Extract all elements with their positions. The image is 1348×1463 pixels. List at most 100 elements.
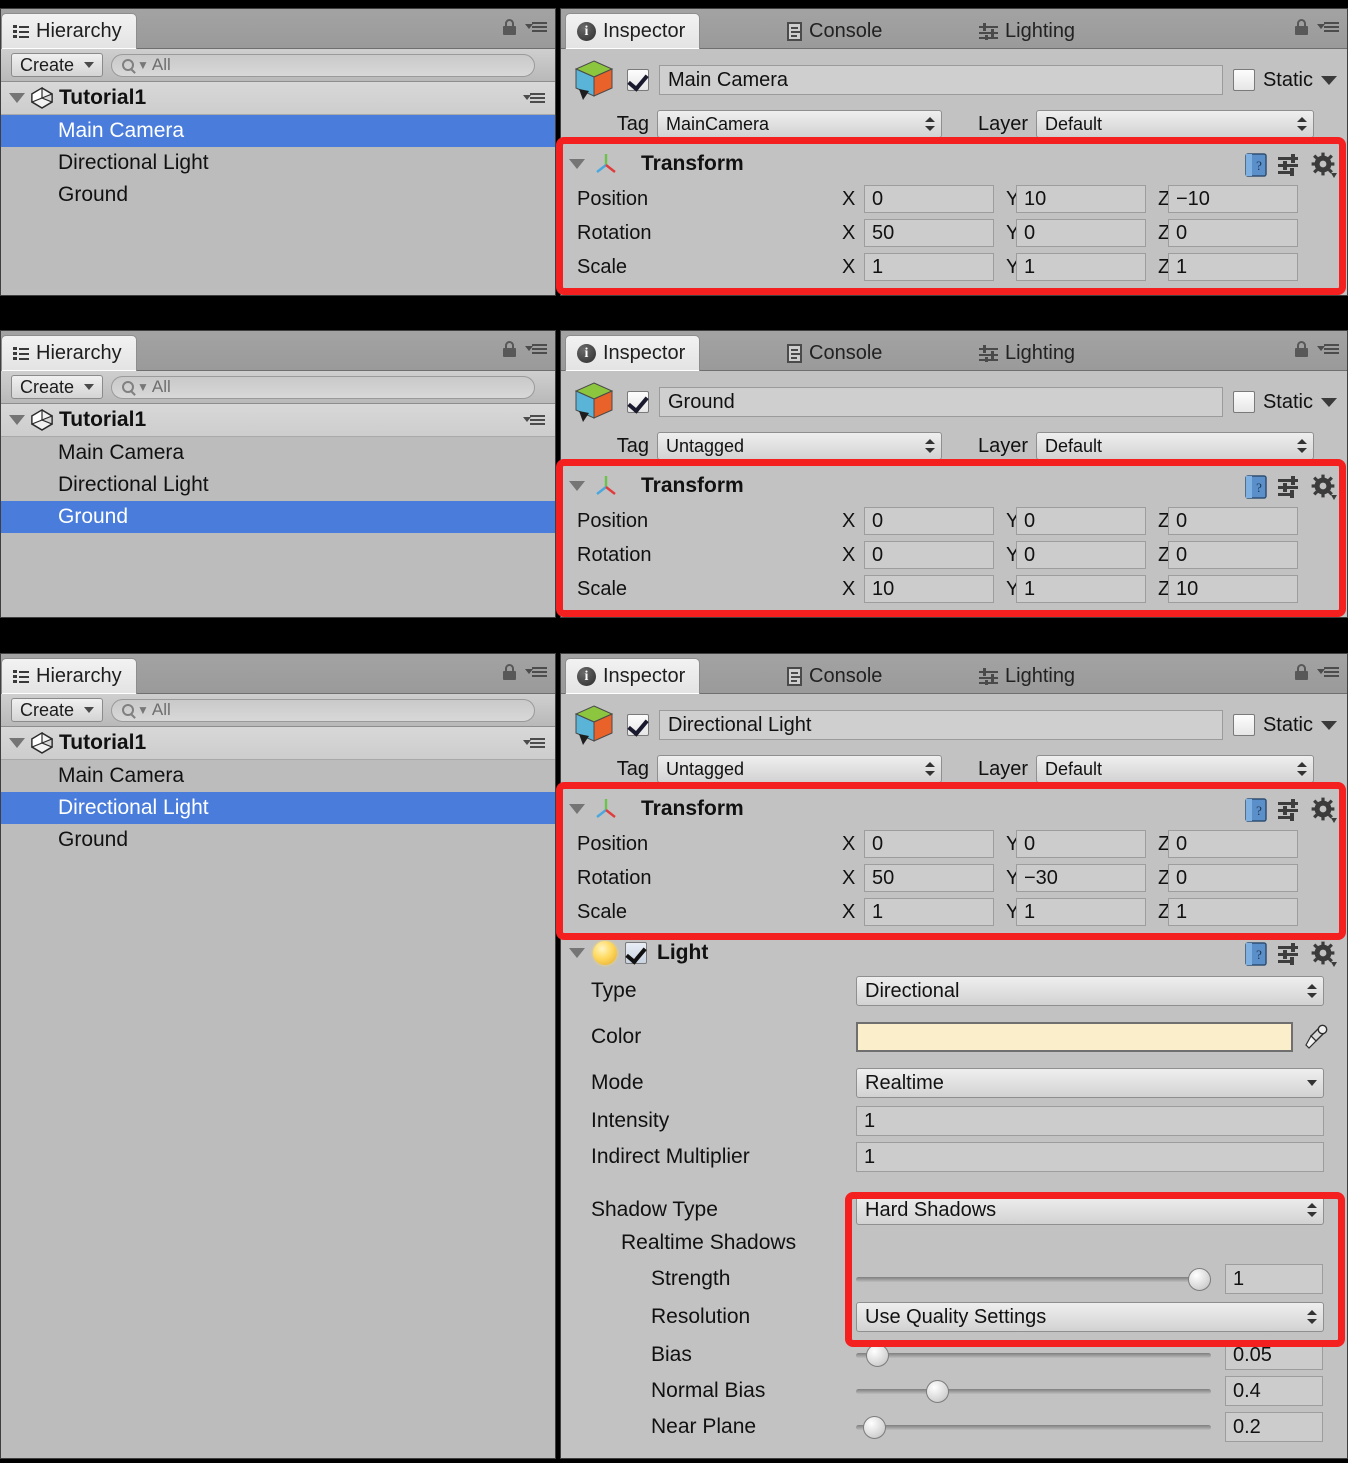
lock-icon[interactable] bbox=[503, 19, 516, 35]
shadow-near-plane-field[interactable]: 0.2 bbox=[1225, 1412, 1323, 1442]
scene-menu-icon[interactable] bbox=[523, 91, 545, 105]
light-type-dropdown[interactable]: Directional bbox=[856, 976, 1324, 1006]
panel-menu-icon[interactable] bbox=[525, 20, 547, 34]
hierarchy-item-directional-light[interactable]: Directional Light bbox=[1, 147, 555, 179]
tag-dropdown[interactable]: Untagged bbox=[657, 432, 942, 460]
static-control[interactable]: Static bbox=[1232, 391, 1337, 414]
scene-root-row-3[interactable]: Tutorial1 bbox=[1, 727, 555, 760]
tab-inspector[interactable]: i Inspector bbox=[565, 335, 701, 371]
transform-component-header-1[interactable]: Transform ? bbox=[561, 146, 1347, 182]
eyedropper-icon[interactable] bbox=[1303, 1023, 1329, 1051]
transform-component-header-3[interactable]: Transform ? bbox=[561, 791, 1347, 827]
help-book-icon[interactable]: ? bbox=[1244, 941, 1269, 967]
shadow-strength-field[interactable]: 1 bbox=[1225, 1264, 1323, 1294]
chevron-down-icon[interactable] bbox=[9, 93, 25, 103]
scale-x-field[interactable]: 1 bbox=[864, 253, 994, 281]
scene-root-row-2[interactable]: Tutorial1 bbox=[1, 404, 555, 437]
position-x-field[interactable]: 0 bbox=[864, 185, 994, 213]
shadow-bias-slider[interactable] bbox=[856, 1342, 1211, 1368]
rotation-x-field[interactable]: 0 bbox=[864, 541, 994, 569]
gameobject-name-field[interactable]: Ground bbox=[659, 387, 1223, 417]
tag-dropdown[interactable]: Untagged bbox=[657, 755, 942, 783]
rotation-z-field[interactable]: 0 bbox=[1168, 219, 1298, 247]
lock-icon[interactable] bbox=[1295, 341, 1308, 357]
tab-hierarchy[interactable]: Hierarchy bbox=[1, 335, 137, 371]
shadow-normal-bias-field[interactable]: 0.4 bbox=[1225, 1376, 1323, 1406]
tab-hierarchy[interactable]: Hierarchy bbox=[1, 13, 137, 49]
gear-icon[interactable] bbox=[1311, 797, 1337, 823]
help-book-icon[interactable]: ? bbox=[1244, 152, 1269, 178]
lock-icon[interactable] bbox=[503, 664, 516, 680]
chevron-down-icon[interactable] bbox=[9, 738, 25, 748]
lock-icon[interactable] bbox=[1295, 19, 1308, 35]
layer-dropdown[interactable]: Default bbox=[1036, 755, 1314, 783]
slider-knob[interactable] bbox=[925, 1380, 949, 1403]
scene-menu-icon[interactable] bbox=[523, 413, 545, 427]
chevron-down-icon[interactable] bbox=[1321, 397, 1337, 407]
layer-dropdown[interactable]: Default bbox=[1036, 432, 1314, 460]
scale-z-field[interactable]: 1 bbox=[1168, 898, 1298, 926]
chevron-down-icon[interactable] bbox=[569, 948, 585, 958]
light-color-swatch[interactable] bbox=[856, 1022, 1293, 1052]
light-component-header[interactable]: Light ? bbox=[561, 935, 1347, 971]
gameobject-enabled-checkbox[interactable] bbox=[627, 69, 649, 91]
transform-component-header-2[interactable]: Transform ? bbox=[561, 468, 1347, 504]
tab-hierarchy[interactable]: Hierarchy bbox=[1, 658, 137, 694]
lock-icon[interactable] bbox=[1295, 664, 1308, 680]
hierarchy-item-ground[interactable]: Ground bbox=[1, 179, 555, 211]
light-mode-dropdown[interactable]: Realtime bbox=[856, 1068, 1324, 1098]
chevron-down-icon[interactable] bbox=[1321, 75, 1337, 85]
hierarchy-item-ground[interactable]: Ground bbox=[1, 501, 555, 533]
tab-lighting[interactable]: Lighting bbox=[968, 335, 1089, 371]
preset-icon[interactable] bbox=[1278, 799, 1302, 821]
hierarchy-item-ground[interactable]: Ground bbox=[1, 824, 555, 856]
shadow-resolution-dropdown[interactable]: Use Quality Settings bbox=[856, 1302, 1324, 1332]
gameobject-enabled-checkbox[interactable] bbox=[627, 391, 649, 413]
scale-x-field[interactable]: 10 bbox=[864, 575, 994, 603]
panel-menu-icon[interactable] bbox=[1317, 20, 1339, 34]
rotation-y-field[interactable]: −30 bbox=[1016, 864, 1146, 892]
preset-icon[interactable] bbox=[1278, 943, 1302, 965]
slider-knob[interactable] bbox=[1188, 1268, 1211, 1291]
shadow-bias-field[interactable]: 0.05 bbox=[1225, 1340, 1323, 1370]
shadow-near-plane-slider[interactable] bbox=[856, 1414, 1211, 1440]
position-y-field[interactable]: 10 bbox=[1016, 185, 1146, 213]
static-control[interactable]: Static bbox=[1232, 714, 1337, 737]
layer-dropdown[interactable]: Default bbox=[1036, 110, 1314, 138]
gameobject-enabled-checkbox[interactable] bbox=[627, 714, 649, 736]
hierarchy-item-directional-light[interactable]: Directional Light bbox=[1, 469, 555, 501]
position-y-field[interactable]: 0 bbox=[1016, 830, 1146, 858]
gear-icon[interactable] bbox=[1311, 474, 1337, 500]
hierarchy-item-main-camera[interactable]: Main Camera bbox=[1, 760, 555, 792]
shadow-normal-bias-slider[interactable] bbox=[856, 1378, 1211, 1404]
scale-y-field[interactable]: 1 bbox=[1016, 575, 1146, 603]
hierarchy-item-main-camera[interactable]: Main Camera bbox=[1, 115, 555, 147]
preset-icon[interactable] bbox=[1278, 154, 1302, 176]
search-input[interactable]: ▼ All bbox=[111, 53, 535, 77]
static-checkbox[interactable] bbox=[1232, 391, 1255, 413]
gear-icon[interactable] bbox=[1311, 152, 1337, 178]
chevron-down-icon[interactable] bbox=[569, 481, 585, 491]
slider-knob[interactable] bbox=[862, 1416, 886, 1439]
tab-console[interactable]: Console bbox=[776, 335, 896, 371]
hierarchy-item-directional-light[interactable]: Directional Light bbox=[1, 792, 555, 824]
search-input[interactable]: ▼ All bbox=[111, 698, 535, 722]
rotation-y-field[interactable]: 0 bbox=[1016, 219, 1146, 247]
chevron-down-icon[interactable] bbox=[9, 415, 25, 425]
preset-icon[interactable] bbox=[1278, 476, 1302, 498]
tab-inspector[interactable]: i Inspector bbox=[565, 658, 701, 694]
light-indirect-field[interactable]: 1 bbox=[856, 1142, 1324, 1172]
tab-lighting[interactable]: Lighting bbox=[968, 658, 1089, 694]
position-x-field[interactable]: 0 bbox=[864, 507, 994, 535]
scale-z-field[interactable]: 10 bbox=[1168, 575, 1298, 603]
tab-inspector[interactable]: i Inspector bbox=[565, 13, 701, 49]
help-book-icon[interactable]: ? bbox=[1244, 474, 1269, 500]
static-control[interactable]: Static bbox=[1232, 69, 1337, 92]
create-button[interactable]: Create bbox=[11, 698, 104, 722]
gameobject-name-field[interactable]: Directional Light bbox=[659, 710, 1223, 740]
position-z-field[interactable]: 0 bbox=[1168, 830, 1298, 858]
light-enabled-checkbox[interactable] bbox=[625, 942, 647, 964]
tab-console[interactable]: Console bbox=[776, 13, 896, 49]
scale-x-field[interactable]: 1 bbox=[864, 898, 994, 926]
rotation-x-field[interactable]: 50 bbox=[864, 219, 994, 247]
